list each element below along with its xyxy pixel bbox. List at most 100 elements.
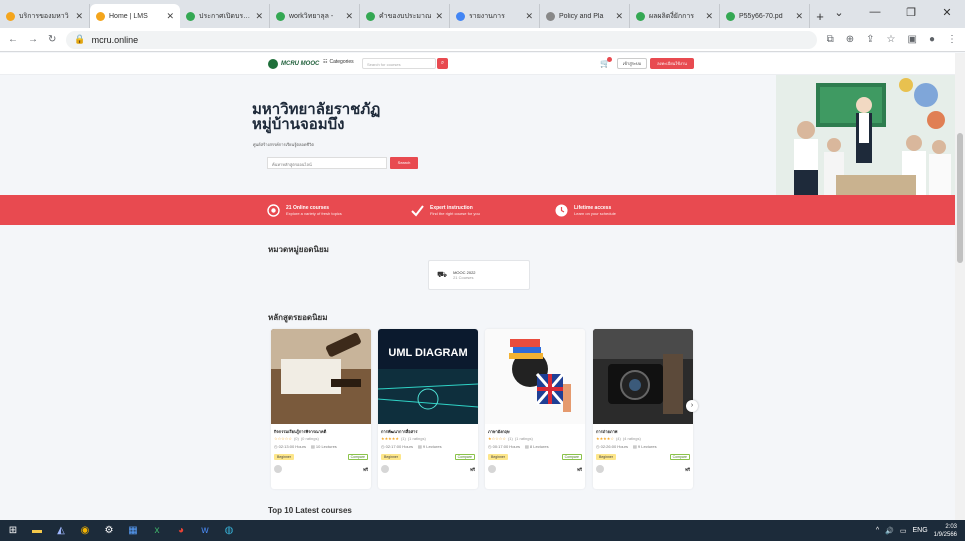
photos-icon[interactable]: ▦ (126, 524, 140, 538)
scrollbar-thumb[interactable] (957, 133, 963, 263)
hero-search-button[interactable]: Search (390, 157, 418, 169)
tray-chevron-icon[interactable]: ^ (876, 527, 879, 534)
browser-tab[interactable]: ผลผลิตงี่ยักการ ✕ (630, 4, 720, 28)
course-thumbnail[interactable] (593, 329, 693, 424)
cart-icon[interactable]: 🛒 (600, 57, 612, 68)
edge-icon[interactable]: ◍ (222, 524, 236, 538)
back-icon[interactable]: ← (8, 34, 18, 45)
browser-tab[interactable]: Policy and Pla ✕ (540, 4, 630, 28)
volume-icon[interactable]: 🔊 (885, 527, 894, 535)
compare-button[interactable]: Compare (454, 454, 475, 460)
course-title[interactable]: ภาษาอังกฤษ (485, 424, 585, 435)
instructor-avatar[interactable] (596, 465, 604, 473)
tab-favicon-icon (546, 11, 555, 21)
course-price: ฟรี (363, 466, 368, 472)
course-hours: ◷ 00:17:00 Hours (488, 444, 520, 449)
tab-label: P55y66-70.pd (739, 12, 783, 20)
stat-desc: Explore a variety of fresh topics (286, 210, 342, 216)
forward-icon[interactable]: → (28, 34, 38, 45)
network-icon[interactable]: ▭ (900, 527, 907, 535)
browser-tab[interactable]: Home | LMS ✕ (90, 4, 180, 28)
login-button[interactable]: เข้าสู่ระบบ (617, 58, 647, 69)
course-lectures: ▤ 8 Lectures (525, 444, 549, 449)
url-field[interactable]: 🔒 mcru.online (66, 30, 817, 49)
course-meta: ◷ 00:17:00 Hours ▤ 8 Lectures (485, 442, 585, 451)
translate-icon[interactable]: ⧉ (827, 34, 834, 45)
course-hours-value: 02:17:00 Hours (385, 444, 413, 449)
carousel-next-icon[interactable]: › (686, 400, 698, 412)
site-logo[interactable]: MCRU MOOC (268, 59, 319, 69)
chrome-icon[interactable]: ◉ (78, 524, 92, 538)
compare-button[interactable]: Compare (347, 454, 368, 460)
course-card[interactable]: กิจกรรมเรียนรู้การพิจารณาคดี ☆☆☆☆☆ (0) (0 r… (271, 329, 371, 489)
course-card[interactable]: การถ่ายภาพ ★★★★☆ (4) (4 ratings) ◷ 02:26:00 … (593, 329, 693, 489)
language-indicator[interactable]: ENG (912, 527, 927, 534)
maximize-button[interactable]: ❐ (893, 6, 929, 19)
latest-courses-title: Top 10 Latest courses (268, 506, 352, 515)
app-icon[interactable]: ◭ (54, 524, 68, 538)
zoom-icon[interactable]: ⊕ (846, 34, 854, 45)
settings-icon[interactable]: ⚙ (102, 524, 116, 538)
page-scrollbar[interactable] (955, 53, 965, 520)
tab-close-icon[interactable]: ✕ (345, 11, 353, 22)
browser-tab[interactable]: คำของบประมาณ ✕ (360, 4, 450, 28)
bookmark-star-icon[interactable]: ☆ (887, 34, 896, 45)
clock-icon (554, 203, 568, 217)
compare-button[interactable]: Compare (561, 454, 582, 460)
tab-close-icon[interactable]: ✕ (705, 11, 713, 22)
chrome-active-icon[interactable]: ◕ (174, 524, 188, 538)
nav-search-input[interactable]: Search for courses (362, 58, 436, 69)
course-thumbnail[interactable]: UML DIAGRAM (378, 329, 478, 424)
course-thumbnail[interactable] (271, 329, 371, 424)
tab-search-icon[interactable]: ⌄ (821, 6, 857, 19)
course-card[interactable]: ภาษาอังกฤษ ★☆☆☆☆ (1) (1 ratings) ◷ 00:17:00 … (485, 329, 585, 489)
reload-icon[interactable]: ↻ (48, 34, 56, 45)
category-card[interactable]: ⛟ MOOC 2022 21 Courses (428, 260, 530, 290)
course-rating: ★★★★★ (1) (1 ratings) (378, 435, 478, 442)
excel-icon[interactable]: x (150, 524, 164, 538)
tab-close-icon[interactable]: ✕ (525, 11, 533, 22)
browser-tab[interactable]: ประกาศเปิดบรายวิ ✕ (180, 4, 270, 28)
stat-desc: Learn on your schedule (574, 210, 616, 216)
compare-button[interactable]: Compare (669, 454, 690, 460)
tab-close-icon[interactable]: ✕ (795, 11, 803, 22)
course-title[interactable]: การพัฒนาการสื่อสาร (378, 424, 478, 435)
tab-close-icon[interactable]: ✕ (166, 11, 174, 22)
course-title[interactable]: กิจกรรมเรียนรู้การพิจารณาคดี (271, 424, 371, 435)
categories-button[interactable]: ☷ Categories (323, 59, 354, 65)
tab-label: บริการของมหาวิ (19, 12, 69, 20)
course-card[interactable]: UML DIAGRAM การพัฒนาการสื่อสาร ★★★★★ (1) (1 … (378, 329, 478, 489)
side-panel-icon[interactable]: ▣ (908, 34, 917, 45)
tab-close-icon[interactable]: ✕ (435, 11, 443, 22)
stat-instruction: Expert instruction Find the right course… (410, 203, 554, 217)
course-price: ฟรี (577, 466, 582, 472)
tab-favicon-icon (6, 11, 15, 21)
hero-title: มหาวิทยาลัยราชภัฏ หมู่บ้านจอมบึง (252, 102, 452, 132)
share-icon[interactable]: ⇪ (866, 34, 874, 45)
tab-close-icon[interactable]: ✕ (75, 11, 83, 22)
course-hours-value: 00:17:00 Hours (492, 444, 520, 449)
course-thumbnail[interactable] (485, 329, 585, 424)
hero-classroom-image (776, 75, 955, 195)
tab-close-icon[interactable]: ✕ (615, 11, 623, 22)
clock[interactable]: 2:03 1/9/2566 (934, 523, 957, 539)
minimize-button[interactable]: — (857, 6, 893, 18)
course-title[interactable]: การถ่ายภาพ (593, 424, 693, 435)
instructor-avatar[interactable] (274, 465, 282, 473)
register-button[interactable]: ลงทะเบียนใช้งาน (650, 58, 694, 69)
hero-search-input[interactable]: ค้นหาหลักสูตรออนไลน์ (267, 157, 387, 169)
word-icon[interactable]: w (198, 524, 212, 538)
tab-close-icon[interactable]: ✕ (255, 11, 263, 22)
browser-tab[interactable]: workวิทยาลุล - ✕ (270, 4, 360, 28)
browser-tab[interactable]: บริการของมหาวิ ✕ (0, 4, 90, 28)
profile-icon[interactable]: ● (929, 34, 935, 45)
instructor-avatar[interactable] (381, 465, 389, 473)
close-window-button[interactable]: ✕ (929, 6, 965, 19)
windows-start-icon[interactable]: ⊞ (6, 524, 20, 538)
file-explorer-icon[interactable]: ▬ (30, 524, 44, 538)
menu-icon[interactable]: ⋮ (947, 34, 957, 45)
browser-tab[interactable]: รายงานการ ✕ (450, 4, 540, 28)
nav-search-button[interactable]: ⌕ (437, 58, 448, 69)
instructor-avatar[interactable] (488, 465, 496, 473)
browser-tab[interactable]: P55y66-70.pd ✕ (720, 4, 810, 28)
